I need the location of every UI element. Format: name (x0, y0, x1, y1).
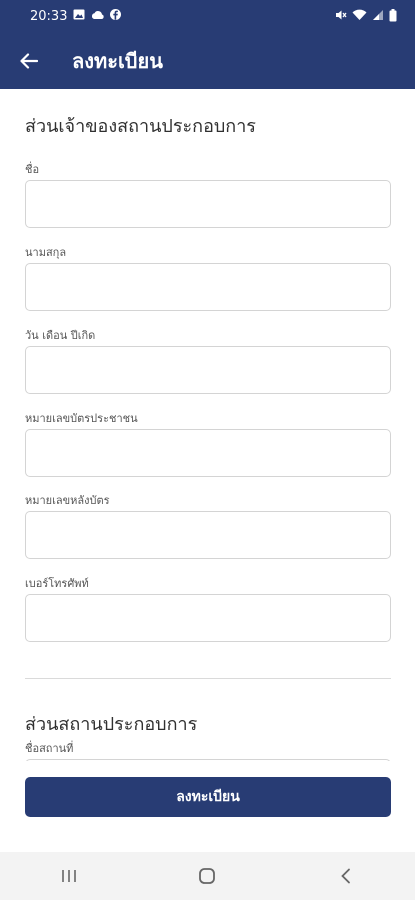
place-name-label: ชื่อสถานที่ (25, 742, 74, 755)
last-name-label: นามสกุล (25, 246, 67, 259)
birthdate-label: วัน เดือน ปีเกิด (25, 329, 96, 342)
mute-icon (335, 9, 347, 24)
card-back-number-label: หมายเลขหลังบัตร (25, 494, 110, 507)
submit-area: ลงทะเบียน (0, 761, 415, 852)
signal-icon (372, 9, 384, 24)
system-nav-bar (0, 852, 415, 900)
owner-section-title: ส่วนเจ้าของสถานประกอบการ (25, 116, 256, 137)
card-back-number-input[interactable] (25, 511, 391, 559)
recent-apps-icon (62, 870, 76, 882)
id-card-number-label: หมายเลขบัตรประชาชน (25, 412, 138, 425)
form-content[interactable]: ส่วนเจ้าของสถานประกอบการ ชื่อ นามสกุล วั… (0, 89, 415, 761)
last-name-input[interactable] (25, 263, 391, 311)
recent-apps-button[interactable] (39, 852, 99, 900)
battery-icon (389, 8, 397, 25)
first-name-input[interactable] (25, 180, 391, 228)
phone-label: เบอร์โทรศัพท์ (25, 577, 89, 590)
phone-input[interactable] (25, 594, 391, 642)
back-arrow-icon (20, 53, 38, 69)
section-divider (25, 678, 391, 679)
id-card-number-input[interactable] (25, 429, 391, 477)
status-left: 20:33 (30, 9, 122, 24)
register-button[interactable]: ลงทะเบียน (25, 777, 391, 817)
nav-back-icon (341, 868, 350, 884)
facebook-icon (110, 9, 122, 24)
page-title: ลงทะเบียน (72, 49, 163, 73)
cloud-icon (91, 9, 105, 24)
status-time: 20:33 (30, 9, 68, 24)
first-name-label: ชื่อ (25, 163, 40, 176)
nav-back-button[interactable] (316, 852, 376, 900)
birthdate-input[interactable] (25, 346, 391, 394)
app-bar: ลงทะเบียน (0, 33, 415, 89)
home-button[interactable] (177, 852, 237, 900)
status-bar: 20:33 (0, 0, 415, 33)
back-button[interactable] (0, 33, 58, 89)
home-icon (199, 868, 216, 884)
image-icon (73, 9, 85, 24)
wifi-icon (352, 9, 367, 24)
business-section-title: ส่วนสถานประกอบการ (25, 714, 198, 735)
status-right (335, 8, 397, 25)
